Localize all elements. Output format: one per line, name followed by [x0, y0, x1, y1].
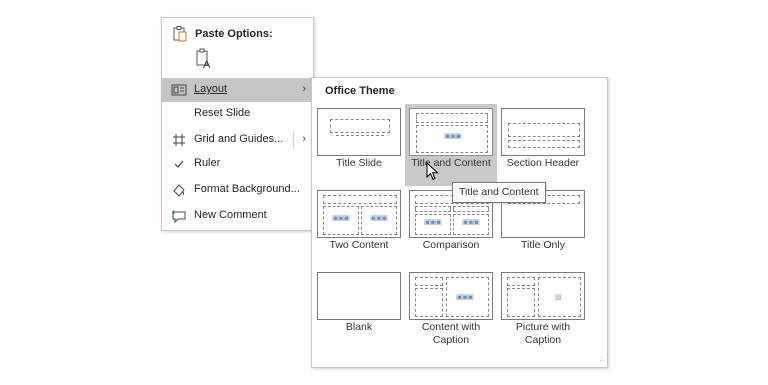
picture-icon: ▨: [555, 294, 562, 301]
menu-item-format-background[interactable]: Format Background...: [162, 178, 313, 202]
menu-item-label: Layout: [194, 83, 228, 95]
grid-icon: [173, 134, 185, 146]
menu-item-reset-slide[interactable]: Reset Slide: [162, 102, 313, 126]
paste-icon: [173, 26, 187, 42]
gallery-title: Office Theme: [325, 85, 395, 97]
chevron-right-icon: ›: [302, 83, 306, 95]
layout-thumbnail: ▣▣▣ ▣▣▣: [317, 190, 401, 238]
layout-thumbnail: [501, 108, 585, 156]
menu-item-label: Reset Slide: [194, 107, 251, 119]
menu-item-ruler[interactable]: Ruler: [162, 152, 313, 176]
layout-label: Blank: [345, 321, 373, 333]
paste-options-label: Paste Options:: [195, 28, 273, 40]
menu-item-label: Format Background...: [194, 183, 300, 195]
layout-label: Picture with Caption: [515, 321, 571, 346]
menu-item-layout[interactable]: Layout ›: [162, 78, 313, 102]
mouse-cursor-icon: [426, 162, 439, 181]
format-background-icon: [173, 184, 185, 197]
context-menu: Paste Options: A Layout › Reset Slide Gr…: [161, 17, 314, 231]
layout-thumbnail: ▨: [501, 272, 585, 320]
layout-icon: [171, 84, 187, 96]
menu-item-label: Ruler: [194, 157, 221, 169]
layout-thumbnail: ▣▣▣: [409, 272, 493, 320]
layout-content-with-caption[interactable]: ▣▣▣ Content with Caption: [405, 268, 497, 350]
layout-thumbnail: [317, 108, 401, 156]
layout-thumbnail: [317, 272, 401, 320]
svg-text:A: A: [203, 59, 211, 70]
menu-item-label: New Comment: [194, 209, 267, 221]
layout-label: Comparison: [422, 239, 480, 251]
tooltip: Title and Content: [452, 182, 546, 203]
layout-label: Title Only: [521, 239, 565, 251]
layout-picture-with-caption[interactable]: ▨ Picture with Caption: [497, 268, 589, 350]
menu-item-new-comment[interactable]: New Comment: [162, 204, 313, 228]
content-icons: ▣▣▣: [444, 133, 462, 140]
layout-label: Content with Caption: [421, 321, 481, 346]
layout-two-content[interactable]: ▣▣▣ ▣▣▣ Two Content: [313, 186, 405, 268]
chevron-right-icon[interactable]: ›: [302, 133, 306, 145]
paste-keep-text-only-icon[interactable]: A: [195, 48, 215, 70]
check-icon: [174, 160, 184, 168]
layout-blank[interactable]: Blank: [313, 268, 405, 350]
submenu-divider: [293, 132, 294, 148]
resize-grip-icon[interactable]: ∴: [600, 356, 605, 364]
menu-item-grid-and-guides[interactable]: Grid and Guides... ›: [162, 128, 313, 152]
layout-label: Section Header: [506, 157, 580, 169]
layout-title-and-content[interactable]: ▣▣▣ Title and Content: [405, 104, 497, 186]
layout-title-slide[interactable]: Title Slide: [313, 104, 405, 186]
layout-gallery: Office Theme Title Slide ▣▣▣ Title and C…: [311, 77, 608, 368]
comment-icon: [172, 210, 186, 224]
layout-section-header[interactable]: Section Header: [497, 104, 589, 186]
layout-thumbnail: ▣▣▣: [409, 108, 493, 156]
layout-label: Title and Content: [411, 157, 491, 169]
menu-item-label: Grid and Guides...: [194, 133, 284, 145]
layout-label: Title Slide: [336, 157, 382, 169]
layout-label: Two Content: [329, 239, 389, 251]
